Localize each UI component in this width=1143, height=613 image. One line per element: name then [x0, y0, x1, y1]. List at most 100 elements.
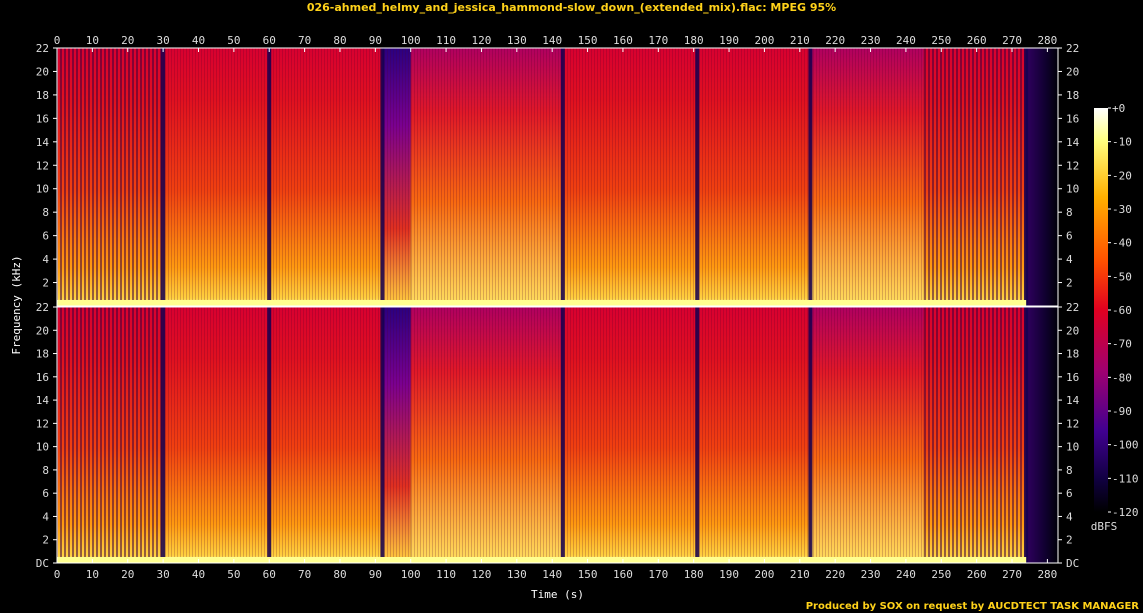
silence-gap — [267, 48, 272, 306]
x-tick-label: 30 — [156, 34, 169, 47]
silence-gap — [1024, 307, 1029, 563]
segment-fade — [1026, 307, 1058, 563]
y-tick-label: 18 — [1066, 348, 1079, 361]
y-tick-label: 16 — [1066, 371, 1079, 384]
y-tick-label: 12 — [1066, 159, 1079, 172]
colorbar-tick-label: -60 — [1112, 304, 1132, 317]
x-tick-label: 40 — [192, 568, 205, 581]
x-tick-label: 50 — [227, 34, 240, 47]
silence-gap — [695, 307, 700, 563]
x-tick-label: 250 — [931, 34, 951, 47]
x-tick-label: 70 — [298, 34, 311, 47]
x-axis-label: Time (s) — [531, 588, 584, 601]
x-tick-label: 90 — [369, 34, 382, 47]
x-tick-label: 270 — [1002, 34, 1022, 47]
x-tick-label: 270 — [1002, 568, 1022, 581]
texture-stripes — [410, 48, 563, 306]
colorbar-tick-label: +0 — [1112, 102, 1125, 115]
x-tick-label: 220 — [825, 34, 845, 47]
x-tick-label: 160 — [613, 34, 633, 47]
y-tick-label: 20 — [1066, 65, 1079, 78]
y-tick-label: 8 — [42, 464, 49, 477]
y-tick-label: 20 — [36, 65, 49, 78]
x-tick-label: 100 — [401, 34, 421, 47]
y-tick-label: DC — [1066, 557, 1079, 570]
x-tick-label: 100 — [401, 568, 421, 581]
y-tick-label: 18 — [36, 348, 49, 361]
spectrogram-chart: 0 0 10 10 20 20 30 30 40 40 50 50 60 60 70 70 80 80 90 90 10… — [10, 34, 1139, 601]
colorbar-tick-label: -10 — [1112, 136, 1132, 149]
y-tick-label: 6 — [1066, 487, 1073, 500]
x-tick-label: 280 — [1037, 568, 1057, 581]
x-tick-label: 120 — [472, 34, 492, 47]
dc-band — [57, 557, 1027, 563]
x-tick-label: 40 — [192, 34, 205, 47]
texture-stripes — [163, 307, 270, 563]
texture-stripes — [410, 307, 563, 563]
texture-stripes — [269, 48, 383, 306]
x-tick-label: 220 — [825, 568, 845, 581]
x-tick-label: 0 — [54, 568, 61, 581]
y-tick-label: 10 — [1066, 441, 1079, 454]
pulse-stripes — [57, 48, 164, 306]
y-tick-label: 20 — [36, 324, 49, 337]
x-tick-label: 170 — [648, 568, 668, 581]
y-tick-label: 18 — [1066, 89, 1079, 102]
y-tick-label: 22 — [36, 301, 49, 314]
colorbar-gradient — [1094, 108, 1108, 512]
silence-gap — [267, 307, 272, 563]
colorbar-tick-label: -80 — [1112, 371, 1132, 384]
colorbar-tick-label: -30 — [1112, 203, 1132, 216]
x-tick-label: 250 — [931, 568, 951, 581]
y-tick-label: 18 — [36, 89, 49, 102]
x-tick-label: 260 — [967, 568, 987, 581]
y-axis-label: Frequency (kHz) — [10, 255, 23, 354]
y-tick-label: 8 — [42, 206, 49, 219]
x-tick-label: 170 — [648, 34, 668, 47]
y-tick-label: 2 — [42, 277, 49, 290]
footer-credit: Produced by SOX on request by AUCDTECT T… — [805, 601, 1139, 612]
pulse-stripes — [923, 307, 1027, 563]
y-tick-label: 2 — [1066, 277, 1073, 290]
x-tick-label: 180 — [684, 34, 704, 47]
silence-gap — [1024, 48, 1029, 306]
x-tick-label: 110 — [436, 34, 456, 47]
x-tick-label: 210 — [790, 568, 810, 581]
x-tick-label: 190 — [719, 568, 739, 581]
silence-gap — [695, 48, 700, 306]
y-tick-label: 12 — [36, 159, 49, 172]
x-tick-label: 80 — [333, 568, 346, 581]
texture-stripes — [562, 48, 811, 306]
x-tick-label: 20 — [121, 568, 134, 581]
y-tick-label: 10 — [36, 183, 49, 196]
y-tick-label: 14 — [36, 136, 50, 149]
y-tick-label: 16 — [1066, 112, 1079, 125]
y-tick-label: 2 — [42, 534, 49, 547]
x-tick-label: 240 — [896, 568, 916, 581]
x-tick-label: 140 — [542, 568, 562, 581]
silence-gap — [380, 307, 385, 563]
segment-fade — [1026, 48, 1058, 306]
channel-2-spectrogram — [56, 306, 1059, 564]
silence-gap — [808, 48, 813, 306]
colorbar-tick-label: -100 — [1112, 439, 1139, 452]
pulse-stripes — [923, 48, 1027, 306]
dc-band — [57, 300, 1027, 306]
x-tick-label: 130 — [507, 34, 527, 47]
silence-gap — [161, 307, 166, 563]
x-tick-label: 260 — [967, 34, 987, 47]
silence-gap — [380, 48, 385, 306]
y-tick-label: 22 — [1066, 301, 1079, 314]
y-tick-label: 16 — [36, 112, 49, 125]
x-tick-label: 230 — [861, 568, 881, 581]
colorbar-tick-label: -110 — [1112, 472, 1139, 485]
x-tick-label: 160 — [613, 568, 633, 581]
texture-stripes — [382, 48, 411, 306]
y-tick-label: 6 — [1066, 230, 1073, 243]
x-tick-label: 60 — [263, 34, 276, 47]
x-tick-label: 10 — [86, 568, 99, 581]
colorbar-tick-label: -70 — [1112, 338, 1132, 351]
x-tick-label: 90 — [369, 568, 382, 581]
y-tick-label: 14 — [1066, 136, 1080, 149]
silence-gap — [808, 307, 813, 563]
